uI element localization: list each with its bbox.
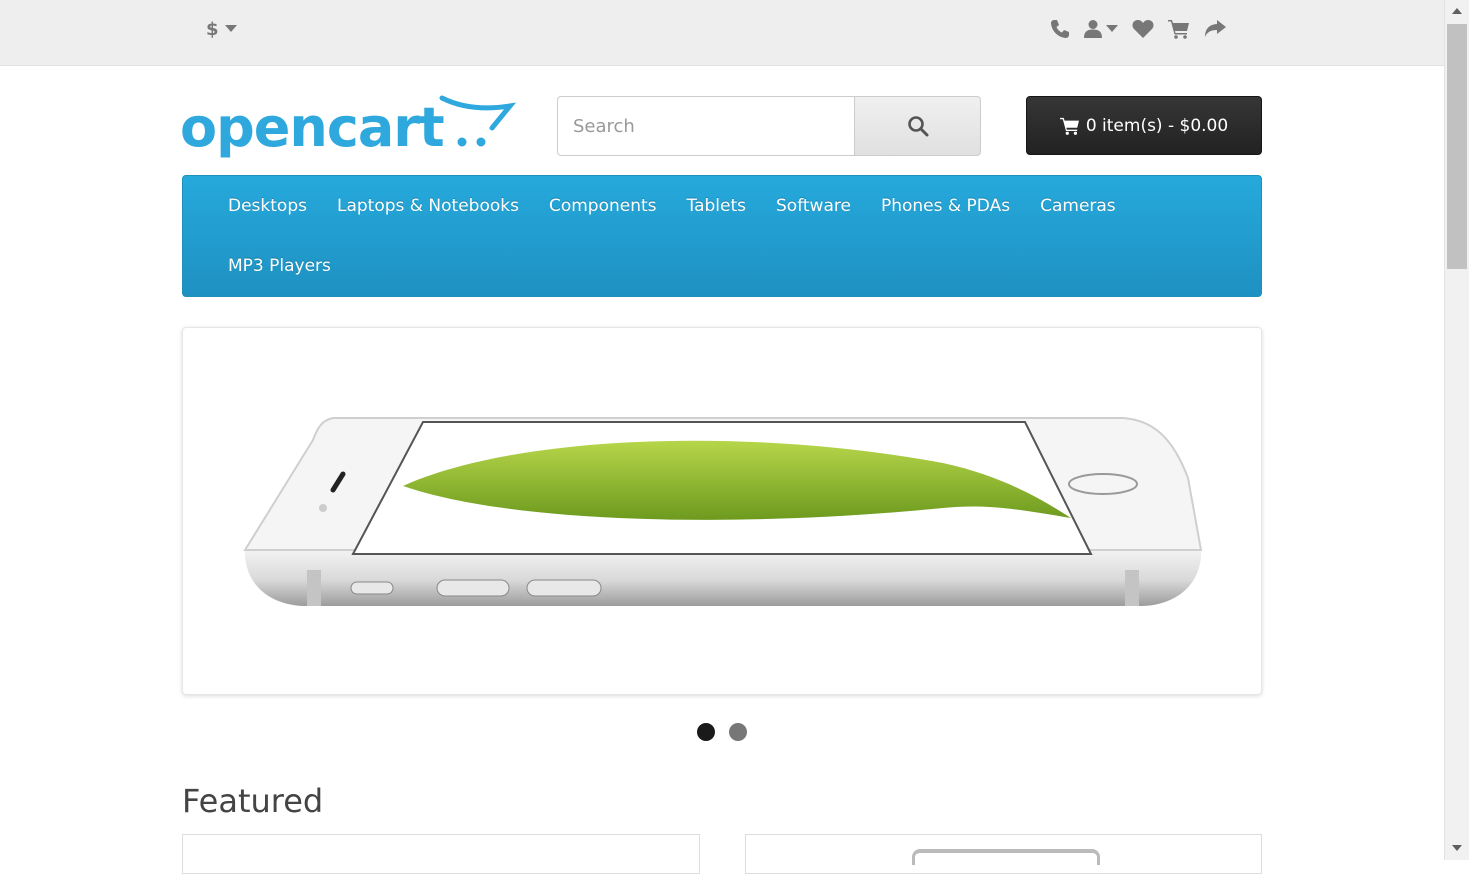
product-card[interactable] (182, 834, 700, 874)
caret-down-icon (224, 25, 237, 32)
account-dropdown[interactable] (1084, 14, 1118, 44)
menu-item-components[interactable]: Components (534, 176, 672, 236)
currency-dropdown[interactable]: $ (206, 16, 237, 42)
user-icon (1084, 20, 1102, 38)
menu-item-phones-pdas[interactable]: Phones & PDAs (866, 176, 1025, 236)
scroll-down-arrow[interactable] (1452, 845, 1462, 851)
cart-total: 0 item(s) - $0.00 (1085, 115, 1229, 136)
slideshow-pagination (697, 723, 747, 741)
search-bar (557, 96, 981, 156)
scrollbar[interactable] (1444, 0, 1469, 860)
slide-dot-2[interactable] (729, 723, 747, 741)
caret-down-icon (1106, 25, 1118, 32)
product-image (912, 849, 1100, 865)
menu-item-cameras[interactable]: Cameras (1025, 176, 1131, 236)
scroll-up-arrow[interactable] (1452, 8, 1462, 14)
phone-icon[interactable] (1050, 14, 1070, 44)
cart-icon (1059, 117, 1079, 135)
menu-item-laptops-notebooks[interactable]: Laptops & Notebooks (322, 176, 534, 236)
share-icon[interactable] (1204, 14, 1226, 44)
category-menu: Desktops Laptops & Notebooks Components … (182, 175, 1262, 297)
slide-dot-1[interactable] (697, 723, 715, 741)
menu-item-desktops[interactable]: Desktops (213, 176, 322, 236)
logo-wordmark: opencart (180, 96, 444, 159)
search-icon (907, 116, 928, 137)
search-input[interactable] (557, 96, 855, 156)
heart-icon[interactable] (1132, 14, 1154, 44)
top-links (1050, 14, 1240, 44)
slideshow[interactable] (182, 327, 1262, 695)
menu-item-mp3-players[interactable]: MP3 Players (213, 236, 346, 296)
cart-button[interactable]: 0 item(s) - $0.00 (1026, 96, 1262, 155)
slide-image-phone (243, 417, 1203, 606)
search-button[interactable] (855, 96, 981, 156)
featured-heading: Featured (182, 782, 324, 820)
cart-icon[interactable] (1168, 14, 1190, 44)
top-bar: $ (0, 0, 1444, 66)
menu-item-software[interactable]: Software (761, 176, 866, 236)
store-logo[interactable]: opencart (180, 94, 520, 164)
product-card[interactable] (745, 834, 1262, 874)
currency-symbol: $ (206, 18, 219, 40)
menu-item-tablets[interactable]: Tablets (672, 176, 761, 236)
scroll-thumb[interactable] (1447, 24, 1467, 269)
